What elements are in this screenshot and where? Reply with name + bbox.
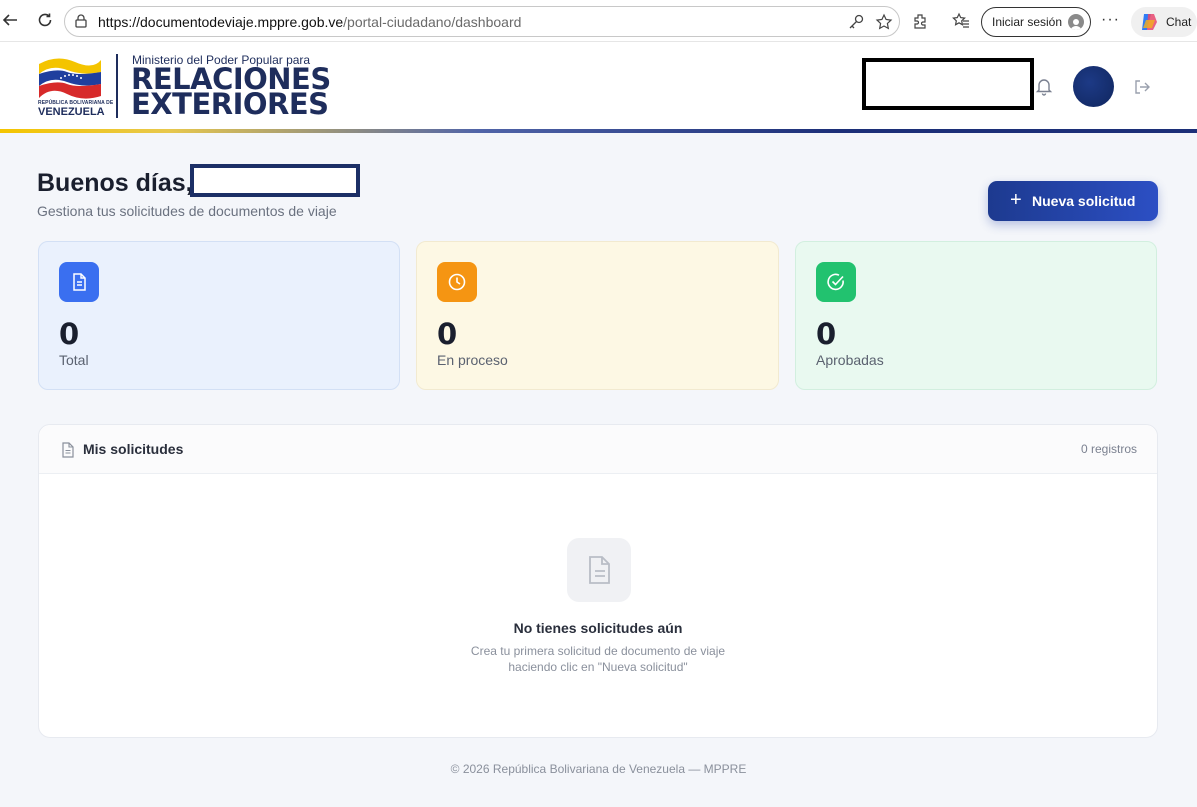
empty-state-title: No tienes solicitudes aún xyxy=(513,620,683,636)
check-circle-icon xyxy=(816,262,856,302)
chat-label: Chat xyxy=(1166,15,1192,29)
bell-icon[interactable] xyxy=(1034,76,1054,96)
document-icon xyxy=(62,442,74,458)
requests-panel-header: Mis solicitudes 0 registros xyxy=(39,425,1157,474)
empty-desc-line2: haciendo clic en "Nueva solicitud" xyxy=(508,660,688,674)
key-icon[interactable] xyxy=(847,13,865,31)
stat-value: 0 xyxy=(816,317,837,351)
empty-state-description: Crea tu primera solicitud de documento d… xyxy=(39,643,1157,675)
plus-icon: + xyxy=(1010,189,1022,211)
redacted-user-name xyxy=(190,164,360,197)
empty-desc-line1: Crea tu primera solicitud de documento d… xyxy=(470,644,726,658)
venezuela-flag-logo xyxy=(39,58,101,99)
requests-count: 0 registros xyxy=(1080,442,1137,456)
site-header: REPÚBLICA BOLIVARIANA DE VENEZUELA Minis… xyxy=(0,42,1197,133)
empty-state-document-icon xyxy=(567,538,631,602)
clock-icon xyxy=(437,262,477,302)
new-request-button[interactable]: + Nueva solicitud xyxy=(988,181,1158,221)
browser-toolbar: https://documentodeviaje.mppre.gob.ve/po… xyxy=(0,0,1197,42)
redacted-user-info xyxy=(862,58,1034,110)
greeting-subtitle: Gestiona tus solicitudes de documentos d… xyxy=(37,203,337,219)
favorites-icon[interactable] xyxy=(952,12,970,30)
logout-icon[interactable] xyxy=(1133,78,1151,96)
stat-value: 0 xyxy=(437,317,458,351)
stat-card-in-process: 0 En proceso xyxy=(416,241,779,390)
new-request-label: Nueva solicitud xyxy=(1032,193,1136,209)
stat-label: En proceso xyxy=(437,352,508,368)
logo-divider xyxy=(116,54,118,118)
requests-panel: Mis solicitudes 0 registros No tienes so… xyxy=(38,424,1158,738)
address-bar[interactable]: https://documentodeviaje.mppre.gob.ve/po… xyxy=(64,6,900,37)
star-icon[interactable] xyxy=(875,13,893,31)
signin-label: Iniciar sesión xyxy=(992,15,1063,29)
header-accent-stripe xyxy=(0,129,1197,133)
refresh-icon[interactable] xyxy=(35,11,55,31)
stat-card-approved: 0 Aprobadas xyxy=(795,241,1157,390)
logo-title-line2: EXTERIORES xyxy=(131,87,329,121)
page-footer: © 2026 República Bolivariana de Venezuel… xyxy=(450,762,747,776)
document-icon xyxy=(59,262,99,302)
signin-button[interactable]: Iniciar sesión xyxy=(981,7,1091,37)
user-avatar[interactable] xyxy=(1073,66,1114,107)
stat-card-total: 0 Total xyxy=(38,241,400,390)
profile-icon xyxy=(1068,14,1084,30)
extensions-icon[interactable] xyxy=(911,12,929,30)
chat-button[interactable]: Chat xyxy=(1131,7,1197,37)
stat-value: 0 xyxy=(59,317,80,351)
stat-label: Total xyxy=(59,352,89,368)
greeting-title: Buenos días, xyxy=(37,169,193,197)
more-menu-button[interactable]: ··· xyxy=(1101,11,1120,29)
copilot-icon xyxy=(1142,14,1157,30)
requests-panel-title: Mis solicitudes xyxy=(83,441,184,457)
url-text: https://documentodeviaje.mppre.gob.ve/po… xyxy=(98,14,522,30)
logo-country-name: VENEZUELA xyxy=(38,106,105,118)
stat-label: Aprobadas xyxy=(816,352,884,368)
lock-icon xyxy=(75,14,87,28)
back-arrow-icon[interactable] xyxy=(0,11,20,31)
